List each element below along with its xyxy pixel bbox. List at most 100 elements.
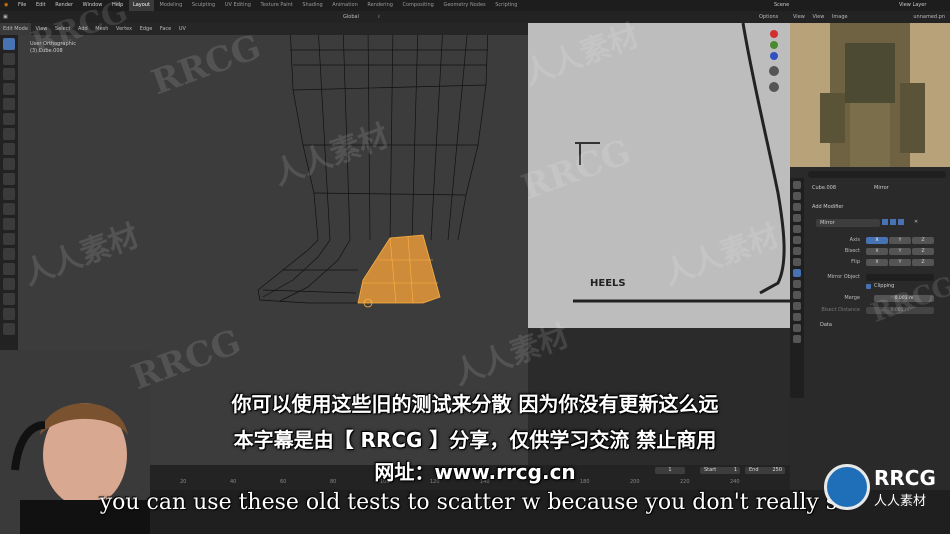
bisect-x-toggle[interactable]: X <box>866 248 888 255</box>
render-toggle-icon[interactable] <box>898 219 904 225</box>
material-tab-icon[interactable] <box>793 324 801 332</box>
data-tab-icon[interactable] <box>793 313 801 321</box>
add-modifier-button[interactable]: Add Modifier <box>812 204 844 210</box>
tab-animation[interactable]: Animation <box>328 0 362 11</box>
texture-tab-icon[interactable] <box>793 335 801 343</box>
logo-subtext: 人人素材 <box>874 494 927 509</box>
heels-label: HEELS <box>590 278 626 289</box>
tab-texture-paint[interactable]: Texture Paint <box>257 0 297 11</box>
data-subpanel-header[interactable]: Data <box>820 322 832 328</box>
tab-modeling[interactable]: Modeling <box>156 0 187 11</box>
menu-render[interactable]: Render <box>51 0 77 11</box>
rip-tool-icon[interactable] <box>3 323 15 335</box>
select-tool-icon[interactable] <box>3 38 15 50</box>
loop-cut-tool-icon[interactable] <box>3 218 15 230</box>
modifier-breadcrumb: Mirror <box>874 185 889 191</box>
rrcg-logo-icon <box>824 464 870 510</box>
modifier-close-icon[interactable]: ✕ <box>914 219 918 225</box>
spin-tool-icon[interactable] <box>3 263 15 275</box>
orientation-dropdown[interactable]: Global <box>340 11 362 23</box>
measure-tool-icon[interactable] <box>3 143 15 155</box>
object-name: Cube.008 <box>812 185 837 191</box>
menu-view-3[interactable]: View <box>809 11 827 23</box>
flip-y-toggle[interactable]: Y <box>889 259 911 266</box>
axis-x-toggle[interactable]: X <box>866 237 888 244</box>
collection-tab-icon[interactable] <box>793 247 801 255</box>
editor-type-icon[interactable]: ▣ <box>0 11 11 23</box>
tab-geometry-nodes[interactable]: Geometry Nodes <box>439 0 489 11</box>
rotate-tool-icon[interactable] <box>3 83 15 95</box>
axis-y-toggle[interactable]: Y <box>889 237 911 244</box>
edit-mode-toggle-icon[interactable] <box>882 219 888 225</box>
transform-tool-icon[interactable] <box>3 113 15 125</box>
poly-build-tool-icon[interactable] <box>3 248 15 260</box>
tab-layout[interactable]: Layout <box>128 0 154 11</box>
bisect-distance-label: Bisect Distance <box>821 307 860 313</box>
physics-tab-icon[interactable] <box>793 291 801 299</box>
properties-search[interactable] <box>808 171 946 178</box>
particles-tab-icon[interactable] <box>793 280 801 288</box>
axis-z-toggle[interactable]: Z <box>912 237 934 244</box>
tool-shelf <box>0 35 18 375</box>
x-axis-gizmo-icon[interactable] <box>770 30 778 38</box>
bisect-y-toggle[interactable]: Y <box>889 248 911 255</box>
render-tab-icon[interactable] <box>793 192 801 200</box>
image-editor-header: Options <box>528 11 790 23</box>
view-layer-tab-icon[interactable] <box>793 214 801 222</box>
top-menubar: ◉ File Edit Render Window Help Layout Mo… <box>0 0 950 11</box>
object-tab-icon[interactable] <box>793 258 801 266</box>
snap-icon[interactable]: ≀ <box>375 11 383 23</box>
annotate-tool-icon[interactable] <box>3 128 15 140</box>
bisect-z-toggle[interactable]: Z <box>912 248 934 255</box>
cursor-tool-icon[interactable] <box>3 53 15 65</box>
flip-x-toggle[interactable]: X <box>866 259 888 266</box>
tab-uv-editing[interactable]: UV Editing <box>221 0 255 11</box>
scene-tab-icon[interactable] <box>793 225 801 233</box>
shrink-fatten-tool-icon[interactable] <box>3 293 15 305</box>
image-nav-gizmo[interactable] <box>764 27 784 127</box>
image-options-button[interactable]: Options <box>756 11 781 23</box>
menu-edge[interactable]: Edge <box>137 23 156 35</box>
merge-label: Merge <box>844 295 860 301</box>
output-tab-icon[interactable] <box>793 203 801 211</box>
knife-tool-icon[interactable] <box>3 233 15 245</box>
tab-compositing[interactable]: Compositing <box>399 0 438 11</box>
shear-tool-icon[interactable] <box>3 308 15 320</box>
constraints-tab-icon[interactable] <box>793 302 801 310</box>
view-layer-selector[interactable]: View Layer <box>895 0 930 11</box>
bevel-tool-icon[interactable] <box>3 203 15 215</box>
menu-image[interactable]: Image <box>829 11 851 23</box>
menu-edit[interactable]: Edit <box>32 0 50 11</box>
y-axis-gizmo-icon[interactable] <box>770 41 778 49</box>
tool-tab-icon[interactable] <box>793 181 801 189</box>
menu-view-2[interactable]: View <box>790 11 808 23</box>
menu-uv[interactable]: UV <box>176 23 189 35</box>
menu-face[interactable]: Face <box>157 23 174 35</box>
scene-selector[interactable]: Scene <box>770 0 793 11</box>
tab-scripting[interactable]: Scripting <box>491 0 521 11</box>
extrude-tool-icon[interactable] <box>3 173 15 185</box>
inset-tool-icon[interactable] <box>3 188 15 200</box>
tab-rendering[interactable]: Rendering <box>363 0 397 11</box>
bisect-label: Bisect <box>844 248 860 254</box>
realtime-toggle-icon[interactable] <box>890 219 896 225</box>
world-tab-icon[interactable] <box>793 236 801 244</box>
zoom-icon[interactable] <box>769 66 779 76</box>
z-axis-gizmo-icon[interactable] <box>770 52 778 60</box>
mode-dropdown[interactable]: Edit Mode <box>0 23 31 35</box>
scale-tool-icon[interactable] <box>3 98 15 110</box>
move-tool-icon[interactable] <box>3 68 15 80</box>
pan-icon[interactable] <box>769 82 779 92</box>
tab-shading[interactable]: Shading <box>298 0 326 11</box>
add-cube-tool-icon[interactable] <box>3 158 15 170</box>
clipping-checkbox[interactable] <box>866 284 871 289</box>
modifier-name-input[interactable]: Mirror <box>816 219 880 227</box>
smooth-tool-icon[interactable] <box>3 278 15 290</box>
flip-label: Flip <box>851 259 860 265</box>
flip-z-toggle[interactable]: Z <box>912 259 934 266</box>
image-name-field[interactable]: unnamed.pn <box>910 11 948 23</box>
blender-logo-icon[interactable]: ◉ <box>0 0 12 11</box>
modifier-tab-icon[interactable] <box>793 269 801 277</box>
menu-file[interactable]: File <box>14 0 30 11</box>
tab-sculpting[interactable]: Sculpting <box>188 0 219 11</box>
